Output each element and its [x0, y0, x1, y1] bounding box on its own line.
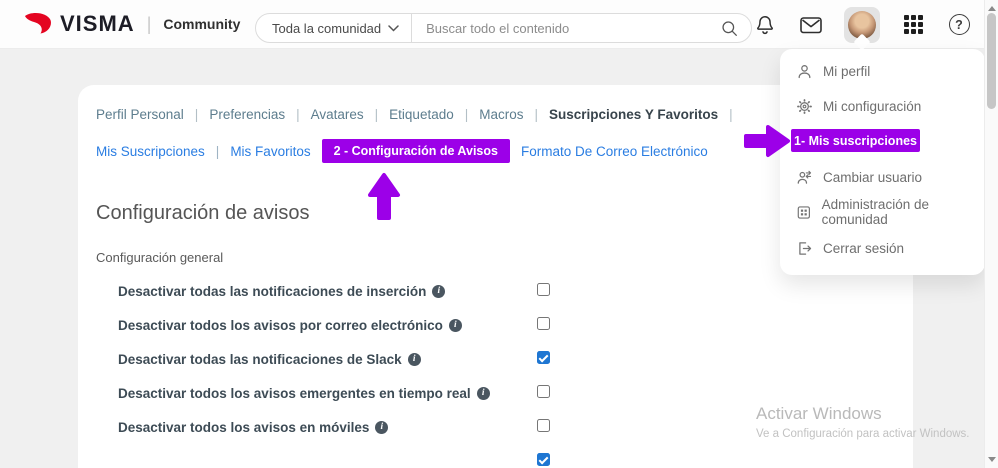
- menu-item-label: Cerrar sesión: [823, 240, 905, 256]
- community-admin-icon: [797, 205, 810, 219]
- info-icon[interactable]: i: [448, 318, 462, 332]
- setting-row: Desactivar todos los avisos por correo e…: [118, 317, 462, 333]
- tab-perfil-personal[interactable]: Perfil Personal: [96, 107, 184, 122]
- search-icon[interactable]: [721, 20, 738, 37]
- page-title: Configuración de avisos: [96, 202, 310, 224]
- setting-row: Desactivar todas las notificaciones de i…: [118, 283, 446, 299]
- tab-separator: |: [194, 107, 199, 122]
- tab-etiquetado[interactable]: Etiquetado: [389, 107, 454, 122]
- menu-item-cerrar-sesion[interactable]: Cerrar sesión: [780, 235, 985, 261]
- notifications-button[interactable]: [752, 12, 778, 38]
- tab-separator: |: [374, 107, 379, 122]
- product-name: Community: [163, 16, 241, 32]
- subtab-mis-suscripciones[interactable]: Mis Suscripciones: [96, 144, 205, 159]
- setting-label: Desactivar todos los avisos emergentes e…: [118, 385, 471, 401]
- search-input[interactable]: [412, 20, 721, 36]
- visma-swoosh-icon: [25, 12, 51, 34]
- search-scope-dropdown[interactable]: Toda la comunidad: [256, 14, 411, 42]
- menu-item-administracion-comunidad[interactable]: Administración de comunidad: [780, 197, 985, 227]
- help-icon: ?: [948, 14, 970, 35]
- brand-divider: |: [146, 13, 152, 34]
- setting-row: Desactivar todos los avisos emergentes e…: [118, 385, 490, 401]
- scrollbar-down-arrow[interactable]: [988, 457, 996, 462]
- bell-icon: [757, 15, 773, 34]
- user-switch-icon: [797, 170, 812, 184]
- scrollbar-up-arrow[interactable]: [988, 6, 996, 11]
- setting-checkbox[interactable]: [537, 385, 550, 398]
- tab-suscripciones-y-favoritos[interactable]: Suscripciones Y Favoritos: [549, 107, 718, 122]
- subtab-mis-favoritos[interactable]: Mis Favoritos: [230, 144, 310, 159]
- tab-preferencias[interactable]: Preferencias: [209, 107, 285, 122]
- logout-icon: [799, 241, 812, 255]
- tab-macros[interactable]: Macros: [479, 107, 523, 122]
- apps-grid-icon: [903, 15, 923, 34]
- windows-activation-watermark-title: Activar Windows: [756, 404, 882, 423]
- user-dropdown-menu: Mi perfil Mi configuración 1- Mis suscri…: [780, 49, 985, 275]
- tab-separator: |: [729, 107, 733, 122]
- menu-item-label: Mi configuración: [823, 98, 922, 114]
- tab-separator: |: [296, 107, 300, 122]
- section-label: Configuración general: [96, 250, 224, 265]
- apps-button[interactable]: [900, 12, 926, 38]
- help-button[interactable]: ?: [946, 12, 972, 38]
- envelope-icon: [800, 16, 822, 33]
- menu-item-label: Mi perfil: [823, 63, 871, 79]
- annotation-arrow-up: [368, 173, 400, 220]
- setting-row: Desactivar todos los avisos en móviles i: [118, 419, 389, 435]
- brand-logo[interactable]: VISMA | Community: [24, 11, 240, 37]
- annotation-arrow-right: [744, 125, 790, 157]
- profile-settings-tabs: Perfil Personal | Preferencias | Avatare…: [96, 107, 733, 122]
- menu-item-label: Administración de comunidad: [821, 197, 929, 227]
- tab-separator: |: [534, 107, 539, 122]
- brand-name: VISMA: [60, 11, 135, 36]
- chevron-down-icon: [388, 24, 399, 32]
- info-icon[interactable]: i: [476, 386, 490, 400]
- setting-checkbox[interactable]: [537, 317, 550, 330]
- info-icon[interactable]: i: [375, 420, 389, 434]
- setting-checkbox[interactable]: [537, 419, 550, 432]
- info-icon[interactable]: i: [432, 284, 446, 298]
- search-scope-label: Toda la comunidad: [272, 20, 382, 36]
- menu-item-mis-suscripciones-highlighted[interactable]: 1- Mis suscripciones: [791, 129, 920, 152]
- top-bar: VISMA | Community Toda la comunidad Busc…: [0, 0, 998, 50]
- gear-icon: [797, 98, 812, 114]
- setting-checkbox[interactable]: [537, 283, 550, 296]
- setting-label: Desactivar todos los avisos por correo e…: [118, 317, 443, 333]
- menu-item-label: Cambiar usuario: [823, 169, 923, 185]
- subscription-subtabs: Mis Suscripciones | Mis Favoritos 2 - Co…: [96, 139, 708, 163]
- tab-avatares[interactable]: Avatares: [311, 107, 364, 122]
- menu-item-cambiar-usuario[interactable]: Cambiar usuario: [780, 164, 985, 190]
- subtab-separator: |: [215, 143, 220, 159]
- windows-activation-watermark-subtitle: Ve a Configuración para activar Windows.: [756, 428, 970, 440]
- scrollbar-thumb[interactable]: [987, 13, 996, 109]
- tab-separator: |: [464, 107, 469, 122]
- topbar-icon-cluster: ?: [752, 0, 972, 50]
- setting-label: Desactivar todas las notificaciones de S…: [118, 351, 402, 367]
- avatar-button[interactable]: [844, 6, 880, 50]
- subtab-configuracion-de-avisos-active[interactable]: 2 - Configuración de Avisos: [321, 139, 510, 163]
- setting-label: Desactivar todas las notificaciones de i…: [118, 283, 427, 299]
- search-bar: Toda la comunidad: [255, 13, 752, 43]
- menu-item-mi-perfil[interactable]: Mi perfil: [780, 58, 985, 84]
- setting-row: Desactivar todas las notificaciones de S…: [118, 351, 421, 367]
- setting-checkbox[interactable]: [537, 351, 550, 364]
- menu-item-mi-configuracion[interactable]: Mi configuración: [780, 93, 985, 119]
- setting-label: Desactivar todos los avisos en móviles: [118, 419, 370, 435]
- user-icon: [798, 64, 811, 78]
- info-icon[interactable]: i: [407, 352, 421, 366]
- subtab-formato-correo[interactable]: Formato De Correo Electrónico: [521, 144, 708, 159]
- messages-button[interactable]: [798, 12, 824, 38]
- vertical-scrollbar[interactable]: [984, 0, 998, 468]
- setting-checkbox[interactable]: [537, 453, 550, 466]
